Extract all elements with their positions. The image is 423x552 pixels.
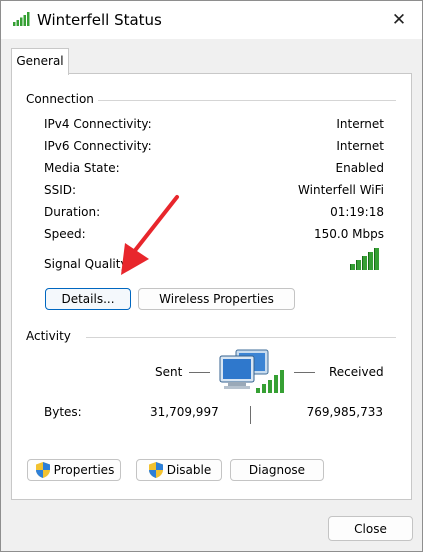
ipv4-value: Internet <box>336 117 384 131</box>
details-button[interactable]: Details... <box>45 288 131 310</box>
activity-heading: Activity <box>26 329 71 343</box>
ipv6-value: Internet <box>336 139 384 153</box>
general-panel: Connection IPv4 Connectivity: Internet I… <box>11 73 412 500</box>
signal-bar <box>374 248 379 270</box>
connection-heading: Connection <box>26 92 94 106</box>
media-state-value: Enabled <box>335 161 385 175</box>
signal-bar <box>356 260 361 270</box>
tab-general[interactable]: General <box>11 48 69 75</box>
media-state-label: Media State: <box>44 161 120 175</box>
activity-divider <box>86 337 396 338</box>
signal-bar <box>368 252 373 270</box>
duration-label: Duration: <box>44 205 101 219</box>
properties-button-label: Properties <box>53 463 115 477</box>
uac-shield-icon <box>35 462 50 478</box>
received-connector <box>294 372 315 373</box>
status-window: Winterfell Status ✕ General Connection I… <box>0 0 423 552</box>
sent-label: Sent <box>155 365 183 379</box>
wifi-signal-icon <box>13 12 30 26</box>
window-title: Winterfell Status <box>37 11 162 29</box>
title-bar: Winterfell Status ✕ <box>1 1 422 39</box>
received-label: Received <box>329 365 384 379</box>
speed-value: 150.0 Mbps <box>313 227 384 241</box>
annotation-arrow-icon <box>121 195 179 275</box>
speed-label: Speed: <box>44 227 86 241</box>
signal-quality-bars-icon <box>350 248 380 270</box>
ssid-value: Winterfell WiFi <box>298 183 384 197</box>
ipv4-label: IPv4 Connectivity: <box>44 117 152 131</box>
wireless-properties-button[interactable]: Wireless Properties <box>138 288 295 310</box>
title-close-button[interactable]: ✕ <box>376 1 422 39</box>
activity-divider-vertical <box>250 406 251 424</box>
ssid-label: SSID: <box>44 183 77 197</box>
signal-bar <box>362 256 367 270</box>
duration-value: 01:19:18 <box>330 205 384 219</box>
uac-shield-icon <box>148 462 163 478</box>
disable-button-label: Disable <box>166 463 212 477</box>
sent-connector <box>189 372 210 373</box>
diagnose-button[interactable]: Diagnose <box>230 459 324 481</box>
close-button[interactable]: Close <box>328 516 413 541</box>
bytes-received-value: 769,985,733 <box>306 405 383 419</box>
bytes-sent-value: 31,709,997 <box>150 405 219 419</box>
connection-divider <box>98 100 396 101</box>
network-computers-icon <box>219 349 284 393</box>
ipv6-label: IPv6 Connectivity: <box>44 139 152 153</box>
signal-bar <box>350 264 355 270</box>
disable-button[interactable]: Disable <box>136 459 222 481</box>
bytes-label: Bytes: <box>44 405 82 419</box>
properties-button[interactable]: Properties <box>27 459 121 481</box>
